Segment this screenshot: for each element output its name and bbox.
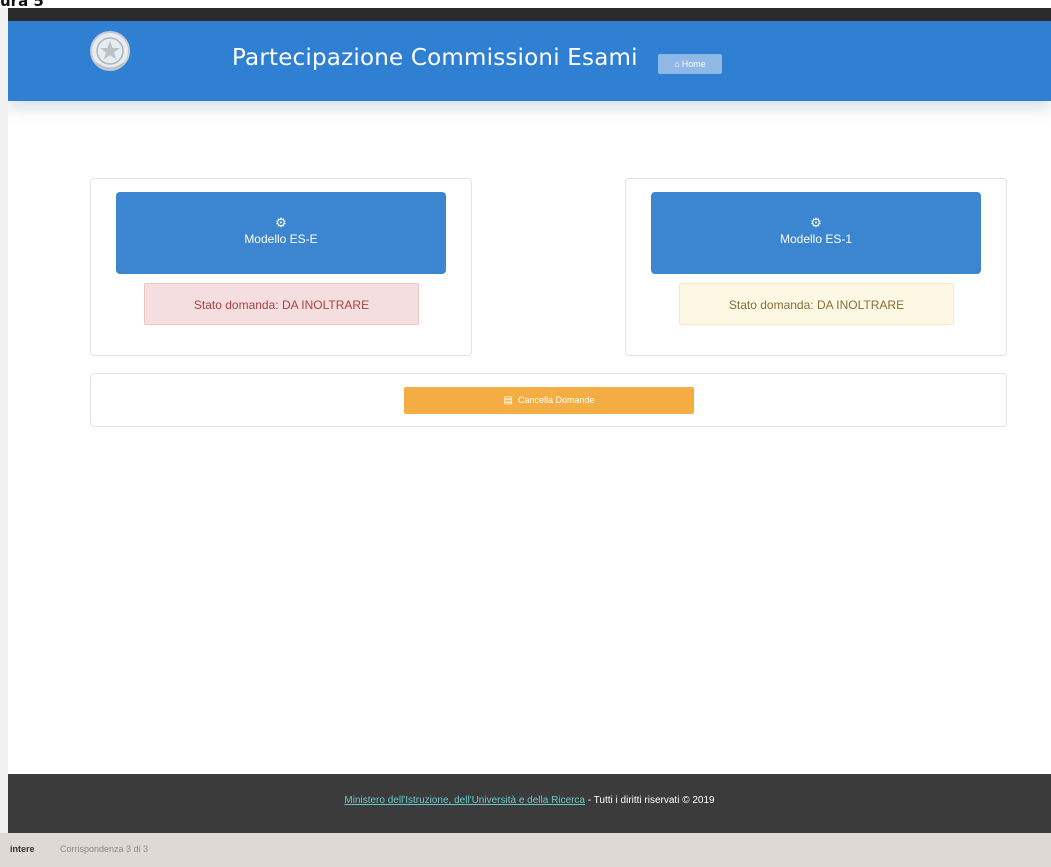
status-badge: Stato domanda: DA INOLTRARE: [144, 283, 419, 325]
find-bar-label: intere: [10, 844, 35, 854]
modello-es-1-button[interactable]: ⚙ Modello ES-1: [651, 192, 981, 274]
model-label: Modello ES-E: [244, 232, 318, 246]
app-header: Partecipazione Commissioni Esami ⌂ Home: [8, 21, 1051, 101]
model-card-es-1: ⚙ Modello ES-1 Stato domanda: DA INOLTRA…: [625, 178, 1007, 356]
gears-icon: ⚙: [275, 215, 287, 230]
screenshot-frame: ura 5: [0, 0, 1051, 10]
page-title: Partecipazione Commissioni Esami: [232, 45, 638, 71]
cancella-domande-button[interactable]: ▤ Cancella Domande: [404, 387, 694, 414]
footer-text: Ministero dell'Istruzione, dell'Universi…: [344, 795, 714, 806]
delete-button-label: Cancella Domande: [517, 395, 595, 405]
app-footer: Ministero dell'Istruzione, dell'Universi…: [8, 774, 1051, 833]
match-count: Corrispondenza 3 di 3: [60, 844, 149, 854]
emblem-icon: [90, 31, 130, 71]
model-card-es-e: ⚙ Modello ES-E Stato domanda: DA INOLTRA…: [90, 178, 472, 356]
modello-es-e-button[interactable]: ⚙ Modello ES-E: [116, 192, 446, 274]
home-button-label: Home: [681, 59, 706, 69]
app-page: Partecipazione Commissioni Esami ⌂ Home ⚙…: [8, 21, 1051, 821]
model-label: Modello ES-1: [779, 232, 853, 246]
status-badge: Stato domanda: DA INOLTRARE: [679, 283, 954, 325]
footer-copyright: - Tutti i diritti riservati © 2019: [584, 795, 715, 806]
ministry-link[interactable]: Ministero dell'Istruzione, dell'Universi…: [344, 795, 585, 806]
actions-card: ▤ Cancella Domande: [90, 373, 1007, 427]
save-icon: ▤: [503, 395, 513, 406]
find-bar: intere Corrispondenza 3 di 3: [0, 833, 1051, 867]
home-button[interactable]: ⌂ Home: [658, 54, 722, 74]
home-icon: ⌂: [674, 59, 680, 69]
gears-icon: ⚙: [810, 215, 822, 230]
window-strip: [8, 8, 1051, 21]
